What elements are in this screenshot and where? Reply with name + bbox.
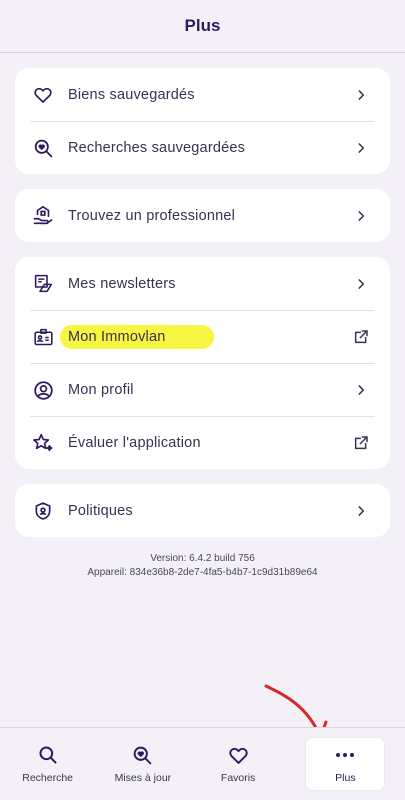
tab-favoris[interactable]: Favoris [191,728,286,800]
bottom-tab-bar: Recherche Mises à jour Favoris Plus [0,727,405,800]
menu-group-saved: Biens sauvegardés Recherches sauvegardée… [15,68,390,174]
menu-item-label: Mon profil [68,382,134,398]
user-circle-icon [32,379,54,401]
heart-icon [32,84,54,106]
menu-item-label: Mes newsletters [68,275,176,292]
star-sparkle-icon [32,432,54,454]
more-dots-icon [335,744,355,766]
tab-recherche[interactable]: Recherche [0,728,95,800]
menu-item-label: Biens sauvegardés [68,86,195,103]
search-icon [38,744,58,766]
external-link-icon [351,327,371,347]
menu-content: Biens sauvegardés Recherches sauvegardée… [0,53,405,580]
chevron-right-icon [351,501,371,521]
menu-item-label: Évaluer l'application [68,435,201,451]
tab-plus-active: Plus [306,738,385,790]
page-title: Plus [184,16,221,35]
tab-label: Recherche [22,772,74,784]
menu-group-account: Mes newsletters Mon Immovlan Mon profil [15,257,390,469]
menu-item-label: Recherches sauvegardées [68,140,246,156]
chevron-right-icon [351,380,371,400]
menu-item-label: Politiques [68,502,133,519]
menu-group-policies: Politiques [15,484,390,537]
house-hand-icon [32,205,54,227]
menu-item-label-highlighted: Mon Immovlan [60,325,214,349]
menu-item-label: Trouvez un professionnel [68,207,236,224]
shield-icon [32,500,54,522]
tab-mises-a-jour[interactable]: Mises à jour [95,728,190,800]
tab-plus[interactable]: Plus [286,728,405,800]
external-link-icon [351,433,371,453]
tab-label: Plus [335,772,356,784]
menu-group-professional: Trouvez un professionnel [15,189,390,242]
menu-item-biens-sauvegardes[interactable]: Biens sauvegardés [30,68,375,121]
chevron-right-icon [351,206,371,226]
newsletter-icon [32,273,54,295]
version-text: Version: 6.4.2 build 756 [150,553,255,564]
chevron-right-icon [351,85,371,105]
chevron-right-icon [351,138,371,158]
chevron-right-icon [351,274,371,294]
tab-label: Favoris [220,772,256,784]
search-heart-icon [132,744,153,766]
app-header: Plus [0,0,405,53]
heart-icon [228,744,249,766]
menu-item-mon-profil[interactable]: Mon profil [30,363,375,416]
version-info: Version: 6.4.2 build 756 Appareil: 834e3… [15,552,390,580]
menu-item-mes-newsletters[interactable]: Mes newsletters [30,257,375,310]
tab-label: Mises à jour [114,772,172,784]
menu-item-recherches-sauvegardees[interactable]: Recherches sauvegardées [30,121,375,174]
menu-item-trouvez-professionnel[interactable]: Trouvez un professionnel [30,189,375,242]
menu-item-evaluer-application[interactable]: Évaluer l'application [30,416,375,469]
menu-item-mon-immovlan[interactable]: Mon Immovlan [30,310,375,363]
search-heart-icon [32,137,54,159]
id-card-icon [32,326,54,348]
menu-item-politiques[interactable]: Politiques [30,484,375,537]
device-id-text: Appareil: 834e36b8-2de7-4fa5-b4b7-1c9d31… [87,567,318,578]
